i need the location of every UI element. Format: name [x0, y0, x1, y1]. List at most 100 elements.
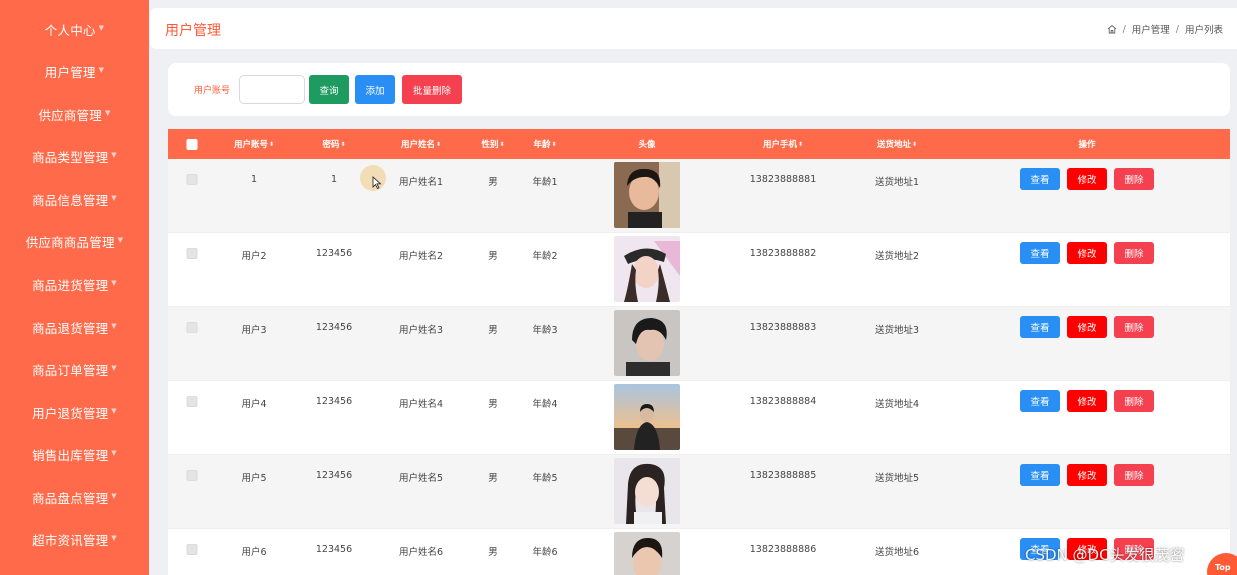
- cell-phone: 13823888884: [749, 396, 817, 407]
- table-header: 用户账号 ⬍ 密码 ⬍ 用户姓名 ⬍ 性别 ⬍ 年龄 ⬍ 头像 用户手机 ⬍ 送货地址 ⬍ 操…: [168, 129, 1230, 159]
- cell-gender: 男: [488, 177, 498, 188]
- cell-address: 送货地址1: [874, 177, 920, 188]
- cell-account: 用户3: [241, 325, 267, 336]
- cell-password: 123456: [315, 396, 353, 407]
- breadcrumb-separator: /: [1122, 23, 1126, 35]
- breadcrumb-item-user-management[interactable]: 用户管理: [1132, 22, 1170, 36]
- row-checkbox[interactable]: [186, 248, 198, 259]
- avatar: [614, 310, 680, 376]
- sidebar-item-supplier-products[interactable]: 供应商商品管理 ▼: [0, 226, 149, 256]
- view-button[interactable]: 查看: [1020, 242, 1060, 264]
- row-checkbox[interactable]: [186, 544, 198, 555]
- chevron-down-icon: ▼: [111, 534, 117, 542]
- avatar: [614, 162, 680, 228]
- cell-password: 123456: [315, 470, 353, 481]
- sidebar-item-user-management[interactable]: 用户管理 ▼: [0, 56, 149, 86]
- sort-icon: ⬍: [499, 140, 505, 148]
- sidebar-item-user-return[interactable]: 用户退货管理 ▼: [0, 397, 149, 427]
- row-checkbox-cell: [186, 470, 198, 484]
- cell-name: 用户姓名1: [398, 177, 444, 188]
- edit-button[interactable]: 修改: [1067, 390, 1107, 412]
- sidebar-item-supplier-management[interactable]: 供应商管理 ▼: [0, 99, 149, 129]
- column-header-phone[interactable]: 用户手机 ⬍: [763, 129, 803, 159]
- batch-delete-button[interactable]: 批量删除: [402, 75, 462, 104]
- query-button[interactable]: 查询: [309, 75, 349, 104]
- sidebar-item-stocktake[interactable]: 商品盘点管理 ▼: [0, 482, 149, 512]
- delete-button[interactable]: 删除: [1114, 390, 1154, 412]
- sidebar-item-orders[interactable]: 商品订单管理 ▼: [0, 354, 149, 384]
- row-checkbox[interactable]: [186, 322, 198, 333]
- column-header-account[interactable]: 用户账号 ⬍: [234, 129, 274, 159]
- chevron-down-icon: ▼: [98, 24, 105, 32]
- column-header-gender[interactable]: 性别 ⬍: [481, 129, 504, 159]
- cell-age: 年龄1: [532, 177, 558, 188]
- avatar: [614, 532, 680, 575]
- edit-button[interactable]: 修改: [1067, 464, 1107, 486]
- view-button[interactable]: 查看: [1020, 464, 1060, 486]
- sidebar-item-label: 商品退货管理: [32, 320, 109, 336]
- column-header-name[interactable]: 用户姓名 ⬍: [401, 129, 441, 159]
- home-icon[interactable]: [1107, 24, 1117, 34]
- sidebar-item-sales-out[interactable]: 销售出库管理 ▼: [0, 439, 149, 469]
- chevron-down-icon: ▼: [111, 279, 117, 287]
- user-table: 用户账号 ⬍ 密码 ⬍ 用户姓名 ⬍ 性别 ⬍ 年龄 ⬍ 头像 用户手机 ⬍ 送货地址 ⬍ 操…: [168, 129, 1230, 575]
- cell-age: 年龄6: [532, 547, 558, 558]
- row-checkbox[interactable]: [186, 174, 198, 185]
- sidebar-item-product-return[interactable]: 商品退货管理 ▼: [0, 312, 149, 342]
- row-checkbox-cell: [186, 322, 198, 336]
- cell-gender: 男: [488, 399, 498, 410]
- edit-button[interactable]: 修改: [1067, 242, 1107, 264]
- cell-password: 123456: [315, 248, 353, 259]
- cell-password: 123456: [315, 322, 353, 333]
- sidebar-item-label: 商品进货管理: [32, 277, 109, 293]
- cell-address: 送货地址6: [874, 547, 920, 558]
- cell-password: 1: [330, 174, 338, 185]
- avatar: [614, 236, 680, 302]
- cell-phone: 13823888885: [749, 470, 817, 481]
- table-row: 用户2 123456 用户姓名2 男 年龄2 13823888882 送货地址2…: [168, 233, 1230, 307]
- sidebar-item-product-info[interactable]: 商品信息管理 ▼: [0, 184, 149, 214]
- select-all-checkbox-cell: [186, 129, 198, 159]
- select-all-checkbox[interactable]: [186, 138, 198, 150]
- row-checkbox[interactable]: [186, 396, 198, 407]
- sidebar-item-news[interactable]: 超市资讯管理 ▼: [0, 524, 149, 554]
- sort-icon: ⬍: [268, 140, 275, 148]
- cell-age: 年龄5: [532, 473, 558, 484]
- column-header-age[interactable]: 年龄 ⬍: [533, 129, 556, 159]
- row-checkbox-cell: [186, 174, 198, 188]
- sidebar-item-label: 商品类型管理: [32, 149, 109, 165]
- edit-button[interactable]: 修改: [1067, 316, 1107, 338]
- cell-name: 用户姓名6: [398, 547, 444, 558]
- search-label: 用户账号: [194, 86, 231, 96]
- view-button[interactable]: 查看: [1020, 316, 1060, 338]
- table-row: 用户3 123456 用户姓名3 男 年龄3 13823888883 送货地址3…: [168, 307, 1230, 381]
- edit-button[interactable]: 修改: [1067, 168, 1107, 190]
- column-header-address[interactable]: 送货地址 ⬍: [877, 129, 917, 159]
- view-button[interactable]: 查看: [1020, 168, 1060, 190]
- page-title: 用户管理: [165, 23, 221, 39]
- sidebar-item-personal-center[interactable]: 个人中心 ▼: [0, 14, 149, 44]
- delete-button[interactable]: 删除: [1114, 464, 1154, 486]
- cell-age: 年龄4: [532, 399, 558, 410]
- sidebar: 个人中心 ▼ 用户管理 ▼ 供应商管理 ▼ 商品类型管理 ▼ 商品信息管理 ▼ 供应商商品…: [0, 0, 149, 575]
- cell-age: 年龄3: [532, 325, 558, 336]
- delete-button[interactable]: 删除: [1114, 168, 1154, 190]
- cell-gender: 男: [488, 325, 498, 336]
- avatar: [614, 384, 680, 450]
- sidebar-item-purchase[interactable]: 商品进货管理 ▼: [0, 269, 149, 299]
- chevron-down-icon: ▼: [111, 492, 117, 500]
- add-button[interactable]: 添加: [355, 75, 395, 104]
- account-search-input[interactable]: [239, 75, 305, 104]
- cell-account: 1: [250, 174, 258, 185]
- cell-phone: 13823888883: [749, 322, 817, 333]
- row-checkbox-cell: [186, 248, 198, 262]
- column-header-password[interactable]: 密码 ⬍: [322, 129, 345, 159]
- view-button[interactable]: 查看: [1020, 390, 1060, 412]
- sidebar-item-label: 供应商商品管理: [25, 234, 115, 250]
- search-panel: 用户账号 查询 添加 批量删除: [168, 63, 1230, 116]
- chevron-down-icon: ▼: [111, 194, 117, 202]
- delete-button[interactable]: 删除: [1114, 316, 1154, 338]
- delete-button[interactable]: 删除: [1114, 242, 1154, 264]
- row-checkbox[interactable]: [186, 470, 198, 481]
- sidebar-item-product-type[interactable]: 商品类型管理 ▼: [0, 141, 149, 171]
